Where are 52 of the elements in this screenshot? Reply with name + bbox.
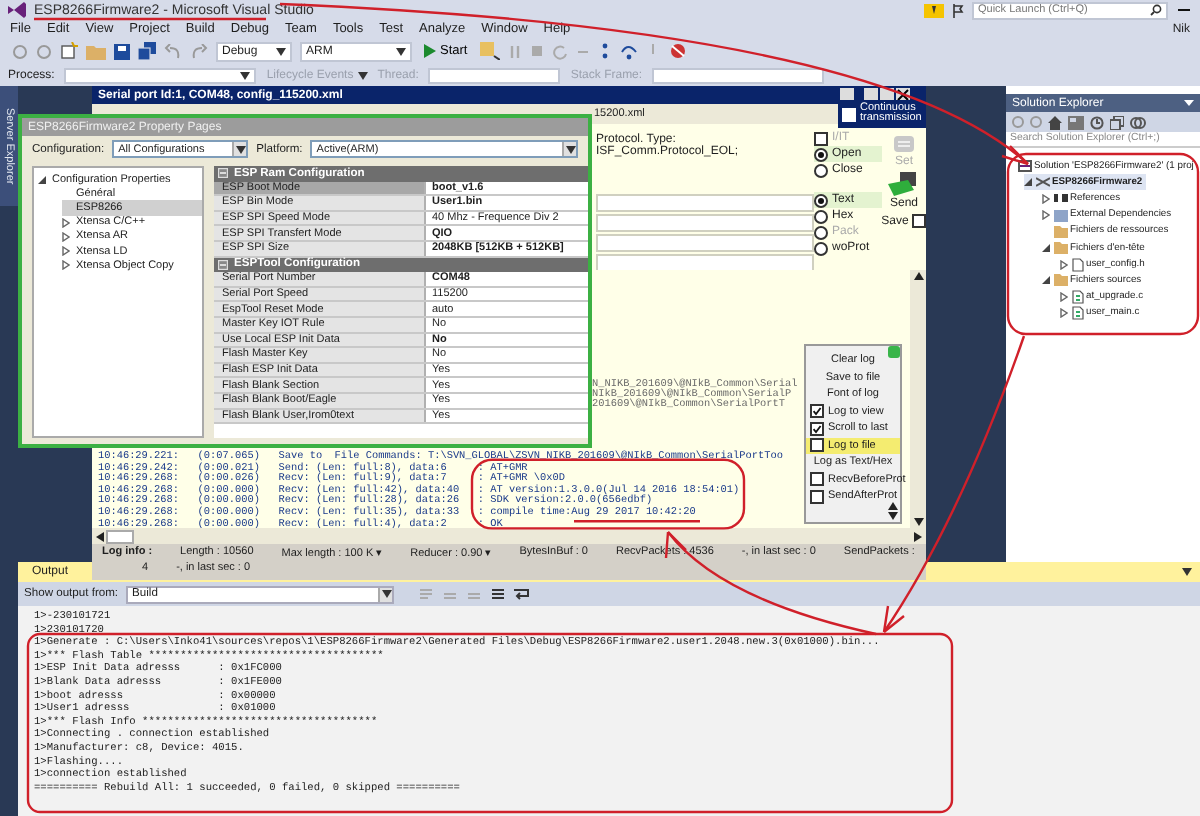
- project-icon: [1036, 176, 1050, 189]
- clear-all-icon[interactable]: [490, 587, 507, 601]
- expanded-arrow-icon[interactable]: [38, 175, 46, 184]
- expanded-arrow-icon[interactable]: [1024, 178, 1032, 187]
- word-wrap-icon[interactable]: [514, 587, 531, 601]
- scrollbar[interactable]: [92, 528, 926, 544]
- dependencies-icon: [1054, 209, 1068, 222]
- folder-icon: [1054, 274, 1068, 287]
- references-icon: [1054, 192, 1068, 205]
- annotation-underline: [574, 520, 700, 523]
- collapse-icon[interactable]: [218, 259, 228, 270]
- scrollbar[interactable]: [910, 270, 926, 528]
- flag-icon[interactable]: [952, 3, 964, 17]
- history-icon[interactable]: [1090, 115, 1104, 129]
- breakpoint-icon[interactable]: [667, 42, 688, 60]
- restart-icon[interactable]: [551, 43, 568, 59]
- minimize-icon[interactable]: [1176, 4, 1192, 16]
- scroll-right-icon[interactable]: [914, 531, 922, 541]
- dropdown-icon[interactable]: [1184, 98, 1194, 108]
- search-icon: [1150, 4, 1162, 16]
- collapsed-arrow-icon[interactable]: [1060, 259, 1068, 270]
- caret-icon: [396, 47, 406, 55]
- expanded-arrow-icon[interactable]: [1042, 244, 1050, 253]
- checkbox[interactable]: [842, 107, 856, 121]
- spin-arrows-icon[interactable]: [888, 502, 898, 520]
- command-field[interactable]: [596, 214, 814, 232]
- save-icon[interactable]: [114, 43, 130, 59]
- dropdown-icon[interactable]: [1182, 568, 1192, 576]
- expanded-arrow-icon[interactable]: [1042, 276, 1050, 285]
- caret-icon: [565, 145, 575, 153]
- feedback-icon[interactable]: [924, 3, 944, 17]
- caret-icon: [357, 71, 368, 79]
- command-field[interactable]: [596, 194, 814, 212]
- caret-icon: [240, 71, 251, 79]
- app-logo-icon: [8, 2, 26, 18]
- new-project-icon[interactable]: [60, 42, 78, 60]
- play-icon: [424, 44, 436, 58]
- caret-icon: [381, 590, 392, 598]
- step-into-icon[interactable]: [597, 42, 612, 60]
- link-icon[interactable]: [1130, 115, 1146, 129]
- command-field[interactable]: [596, 234, 814, 252]
- scroll-thumb[interactable]: [106, 529, 134, 543]
- save-all-icon[interactable]: [138, 42, 156, 60]
- file-icon: [1072, 257, 1084, 272]
- caret-icon: [276, 47, 286, 55]
- solution-icon: [1018, 160, 1032, 173]
- collapse-icon[interactable]: [218, 168, 228, 179]
- home-icon[interactable]: [1048, 115, 1062, 129]
- copy-icon[interactable]: [1110, 115, 1124, 129]
- caret-icon: [235, 145, 246, 153]
- menu-badge-icon: [888, 346, 900, 358]
- step-over-icon[interactable]: [619, 42, 638, 60]
